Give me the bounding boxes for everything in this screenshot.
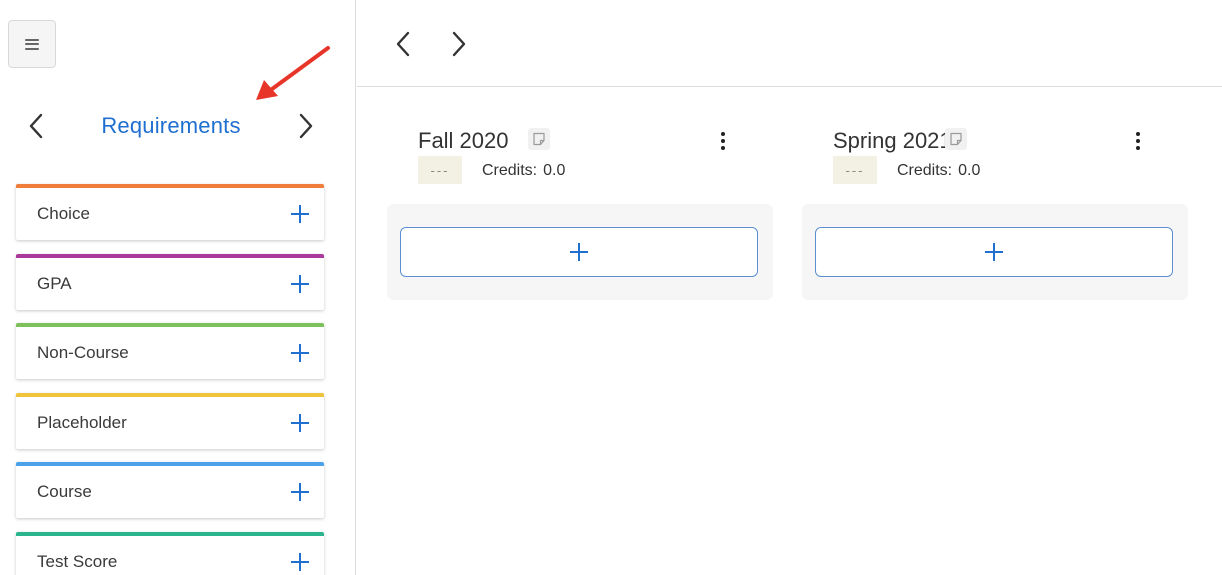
note-icon [950, 132, 962, 146]
add-icon[interactable] [290, 482, 310, 502]
menu-button[interactable] [8, 20, 56, 68]
requirements-nav: Requirements [18, 104, 324, 148]
credits-label: Credits: [897, 162, 953, 179]
requirements-prev-button[interactable] [18, 104, 54, 148]
add-icon[interactable] [290, 552, 310, 572]
term-name: Spring 2021 [833, 128, 952, 153]
term-header: Fall 2020 --- Credits: 0.0 [387, 110, 773, 204]
term-note-button[interactable] [945, 128, 967, 150]
requirement-label: GPA [37, 273, 72, 293]
add-to-term-button[interactable] [815, 227, 1173, 277]
requirement-card-choice[interactable]: Choice [16, 184, 324, 240]
requirement-label: Placeholder [37, 412, 127, 432]
requirement-label: Non-Course [37, 343, 129, 362]
requirements-next-button[interactable] [288, 104, 324, 148]
term-options-button[interactable] [713, 128, 733, 156]
chevron-left-icon [396, 31, 410, 57]
term-column-fall-2020: Fall 2020 --- Credits: 0.0 [387, 110, 773, 300]
annotation-arrow-icon [256, 46, 330, 100]
add-to-term-button[interactable] [400, 227, 758, 277]
chevron-right-icon [299, 113, 313, 139]
note-icon [533, 132, 545, 146]
add-icon[interactable] [290, 274, 310, 294]
chevron-right-icon [452, 31, 466, 57]
sidebar: Requirements Choice GPA Non-Course Place… [0, 0, 356, 575]
term-name: Fall 2020 [418, 128, 509, 153]
add-icon [984, 242, 1004, 262]
term-navigation-bar [357, 0, 1222, 87]
credits-value: 0.0 [958, 162, 981, 179]
term-drop-zone [802, 204, 1188, 300]
credits-label: Credits: [482, 162, 538, 179]
requirement-label: Choice [37, 204, 90, 223]
hamburger-menu-icon [25, 38, 39, 50]
chevron-left-icon [29, 113, 43, 139]
credits-value: 0.0 [543, 162, 566, 179]
term-note-button[interactable] [528, 128, 550, 150]
term-next-button[interactable] [439, 24, 479, 64]
add-icon[interactable] [290, 204, 310, 224]
requirement-card-gpa[interactable]: GPA [16, 253, 324, 310]
requirement-card-non-course[interactable]: Non-Course [16, 323, 324, 379]
requirement-type-list: Choice GPA Non-Course Placeholder Course… [16, 184, 324, 575]
requirement-card-placeholder[interactable]: Placeholder [16, 392, 324, 449]
term-status-badge: --- [833, 156, 877, 184]
term-credits: Credits: 0.0 [897, 162, 980, 180]
app-window: Requirements Choice GPA Non-Course Place… [0, 0, 1222, 575]
term-options-button[interactable] [1128, 128, 1148, 156]
kebab-menu-icon [721, 132, 725, 136]
main-panel: Fall 2020 --- Credits: 0.0 Spring 2021 -… [357, 0, 1222, 575]
requirement-card-course[interactable]: Course [16, 462, 324, 518]
term-status-badge: --- [418, 156, 462, 184]
term-prev-button[interactable] [383, 24, 423, 64]
requirement-label: Test Score [37, 551, 118, 571]
kebab-menu-icon [1136, 132, 1140, 136]
add-icon[interactable] [290, 343, 310, 363]
term-credits: Credits: 0.0 [482, 162, 565, 180]
term-column-spring-2021: Spring 2021 --- Credits: 0.0 [802, 110, 1188, 300]
term-drop-zone [387, 204, 773, 300]
term-header: Spring 2021 --- Credits: 0.0 [802, 110, 1188, 204]
add-icon [569, 242, 589, 262]
panel-title[interactable]: Requirements [101, 113, 240, 139]
requirement-card-test-score[interactable]: Test Score [16, 531, 324, 575]
requirement-label: Course [37, 482, 92, 501]
add-icon[interactable] [290, 413, 310, 433]
